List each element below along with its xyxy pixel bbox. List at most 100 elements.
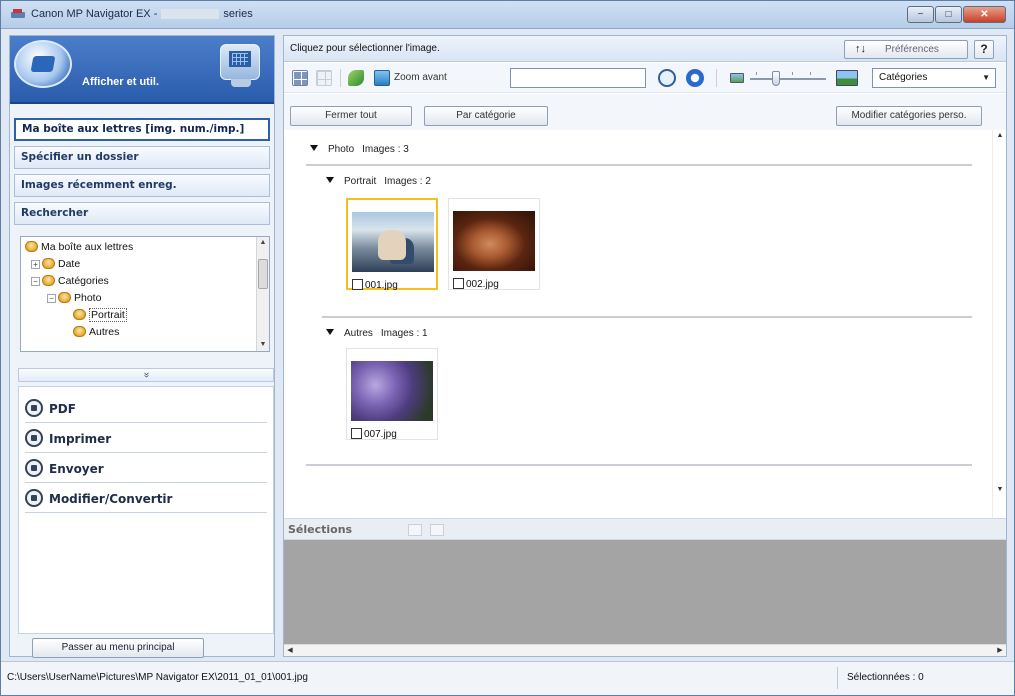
pdf-icon bbox=[25, 399, 43, 417]
action-send[interactable]: Envoyer bbox=[25, 455, 267, 483]
selection-tray[interactable] bbox=[284, 540, 1006, 646]
nav-recent-images[interactable]: Images récemment enreg. bbox=[14, 174, 270, 197]
edit-custom-categories-button[interactable]: Modifier catégories perso. bbox=[836, 106, 982, 126]
thumbnail-filename: 001.jpg bbox=[365, 280, 398, 291]
image-thumbnail[interactable] bbox=[352, 212, 434, 272]
view-and-use-header: Afficher et util. bbox=[10, 36, 274, 104]
group-portrait[interactable]: Portrait Images : 2 bbox=[326, 176, 431, 187]
image-thumbnail[interactable] bbox=[351, 361, 433, 421]
thumbnail-checkbox[interactable]: 001.jpg bbox=[352, 279, 398, 291]
nav-mailbox[interactable]: Ma boîte aux lettres [img. num./imp.] bbox=[14, 118, 270, 141]
title-suffix: series bbox=[223, 8, 253, 20]
nav-specify-folder[interactable]: Spécifier un dossier bbox=[14, 146, 270, 169]
tree-item-date[interactable]: + Date bbox=[31, 256, 80, 273]
tree-label: Ma boîte aux lettres bbox=[41, 241, 134, 253]
filter-bar: Fermer tout Par catégorie Modifier catég… bbox=[284, 94, 1006, 130]
auto-correct-icon[interactable] bbox=[348, 70, 364, 86]
instruction-text: Cliquez pour sélectionner l'image. bbox=[290, 43, 440, 54]
tree-item-autres[interactable]: Autres bbox=[73, 324, 119, 341]
zoom-in-icon[interactable] bbox=[374, 70, 390, 86]
checkbox-icon[interactable] bbox=[351, 428, 362, 439]
tree-label: Catégories bbox=[58, 275, 109, 287]
checkbox-icon[interactable] bbox=[453, 278, 464, 289]
thumbnail[interactable]: 002.jpg bbox=[448, 198, 540, 290]
folder-icon bbox=[42, 258, 55, 269]
collapse-icon[interactable] bbox=[326, 329, 334, 335]
action-pdf[interactable]: PDF bbox=[25, 395, 267, 423]
toolbar: Zoom avant Catégories ▼ bbox=[284, 63, 1006, 93]
close-all-button[interactable]: Fermer tout bbox=[290, 106, 412, 126]
view-and-use-icon-inner bbox=[30, 56, 56, 72]
action-print[interactable]: Imprimer bbox=[25, 425, 267, 453]
tree-scrollbar[interactable]: ▲ ▼ bbox=[256, 237, 269, 351]
select-all-icon[interactable] bbox=[292, 70, 308, 86]
scroll-left-icon[interactable]: ◀ bbox=[284, 645, 296, 657]
group-count: Images : 2 bbox=[384, 176, 431, 187]
tree-label: Date bbox=[58, 258, 81, 270]
action-list: PDF Imprimer Envoyer Modifier/Convertir bbox=[18, 386, 274, 634]
image-thumbnail[interactable] bbox=[453, 211, 535, 271]
group-name: Photo bbox=[328, 144, 355, 155]
scroll-down-icon[interactable]: ▼ bbox=[257, 339, 269, 351]
search-input[interactable] bbox=[510, 68, 646, 88]
collapse-icon[interactable]: − bbox=[47, 294, 56, 303]
action-label: Envoyer bbox=[49, 462, 104, 476]
tree-item-categories[interactable]: − Catégories bbox=[31, 273, 109, 290]
print-icon bbox=[25, 429, 43, 447]
zoom-in-label[interactable]: Zoom avant bbox=[394, 72, 447, 83]
collapse-toggle[interactable]: » bbox=[18, 368, 274, 382]
thumbnail-checkbox[interactable]: 002.jpg bbox=[453, 278, 499, 290]
preferences-button[interactable]: ↑↓ Préférences bbox=[844, 40, 968, 59]
scroll-up-icon[interactable]: ▲ bbox=[993, 130, 1007, 142]
search-icon[interactable] bbox=[658, 69, 676, 87]
thumbnail[interactable]: 007.jpg bbox=[346, 348, 438, 440]
slider-tick bbox=[792, 72, 793, 75]
expand-icon[interactable]: + bbox=[31, 260, 40, 269]
action-edit-convert[interactable]: Modifier/Convertir bbox=[25, 485, 267, 513]
collapse-icon[interactable]: − bbox=[31, 277, 40, 286]
scroll-up-icon[interactable]: ▲ bbox=[257, 237, 269, 249]
grid-view-icon[interactable] bbox=[408, 524, 422, 536]
deselect-all-icon[interactable] bbox=[316, 70, 332, 86]
group-autres[interactable]: Autres Images : 1 bbox=[326, 328, 428, 339]
scroll-thumb[interactable] bbox=[258, 259, 268, 289]
group-photo[interactable]: Photo Images : 3 bbox=[310, 144, 409, 155]
scroll-right-icon[interactable]: ▶ bbox=[994, 645, 1006, 657]
tray-scrollbar[interactable]: ◀ ▶ bbox=[284, 644, 1006, 656]
title-redacted bbox=[161, 9, 220, 20]
refresh-icon[interactable] bbox=[686, 69, 704, 87]
single-view-icon[interactable] bbox=[430, 524, 444, 536]
small-thumbnail-icon[interactable] bbox=[730, 73, 744, 83]
large-thumbnail-icon[interactable] bbox=[836, 70, 858, 86]
view-mode-select[interactable]: Catégories ▼ bbox=[872, 68, 996, 88]
maximize-button[interactable]: □ bbox=[935, 6, 962, 23]
thumbnail-scrollbar[interactable]: ▲ ▼ bbox=[992, 130, 1006, 518]
tree-item-portrait[interactable]: Portrait bbox=[73, 307, 127, 324]
sort-icon: ↑↓ bbox=[855, 43, 866, 55]
scroll-down-icon[interactable]: ▼ bbox=[993, 484, 1007, 496]
collapse-icon[interactable] bbox=[310, 145, 318, 151]
thumbnail-filename: 002.jpg bbox=[466, 279, 499, 290]
minimize-button[interactable]: − bbox=[907, 6, 934, 23]
nav-search[interactable]: Rechercher bbox=[14, 202, 270, 225]
folder-icon bbox=[25, 241, 38, 252]
folder-icon bbox=[42, 275, 55, 286]
checkbox-icon[interactable] bbox=[352, 279, 363, 290]
status-divider bbox=[837, 667, 838, 689]
thumbnail[interactable]: 001.jpg bbox=[346, 198, 438, 291]
title-bar[interactable]: Canon MP Navigator EX - series − □ ✕ bbox=[1, 1, 1014, 29]
thumbnail-checkbox[interactable]: 007.jpg bbox=[351, 428, 397, 440]
collapse-icon[interactable] bbox=[326, 177, 334, 183]
tree-item-photo[interactable]: − Photo bbox=[47, 290, 101, 307]
folder-tree[interactable]: Ma boîte aux lettres + Date − Catégories −… bbox=[20, 236, 270, 352]
main-menu-button[interactable]: Passer au menu principal bbox=[32, 638, 204, 658]
edit-convert-icon bbox=[25, 489, 43, 507]
close-button[interactable]: ✕ bbox=[963, 6, 1006, 23]
by-category-button[interactable]: Par catégorie bbox=[424, 106, 548, 126]
slider-thumb[interactable] bbox=[772, 71, 780, 86]
thumbnail-area[interactable]: Photo Images : 3 Portrait Images : 2 001.j… bbox=[284, 130, 992, 518]
help-button[interactable]: ? bbox=[974, 40, 994, 59]
tree-item-mailbox[interactable]: Ma boîte aux lettres bbox=[25, 239, 133, 256]
folder-icon bbox=[73, 326, 86, 337]
thumbnail-size-slider[interactable] bbox=[750, 78, 826, 80]
